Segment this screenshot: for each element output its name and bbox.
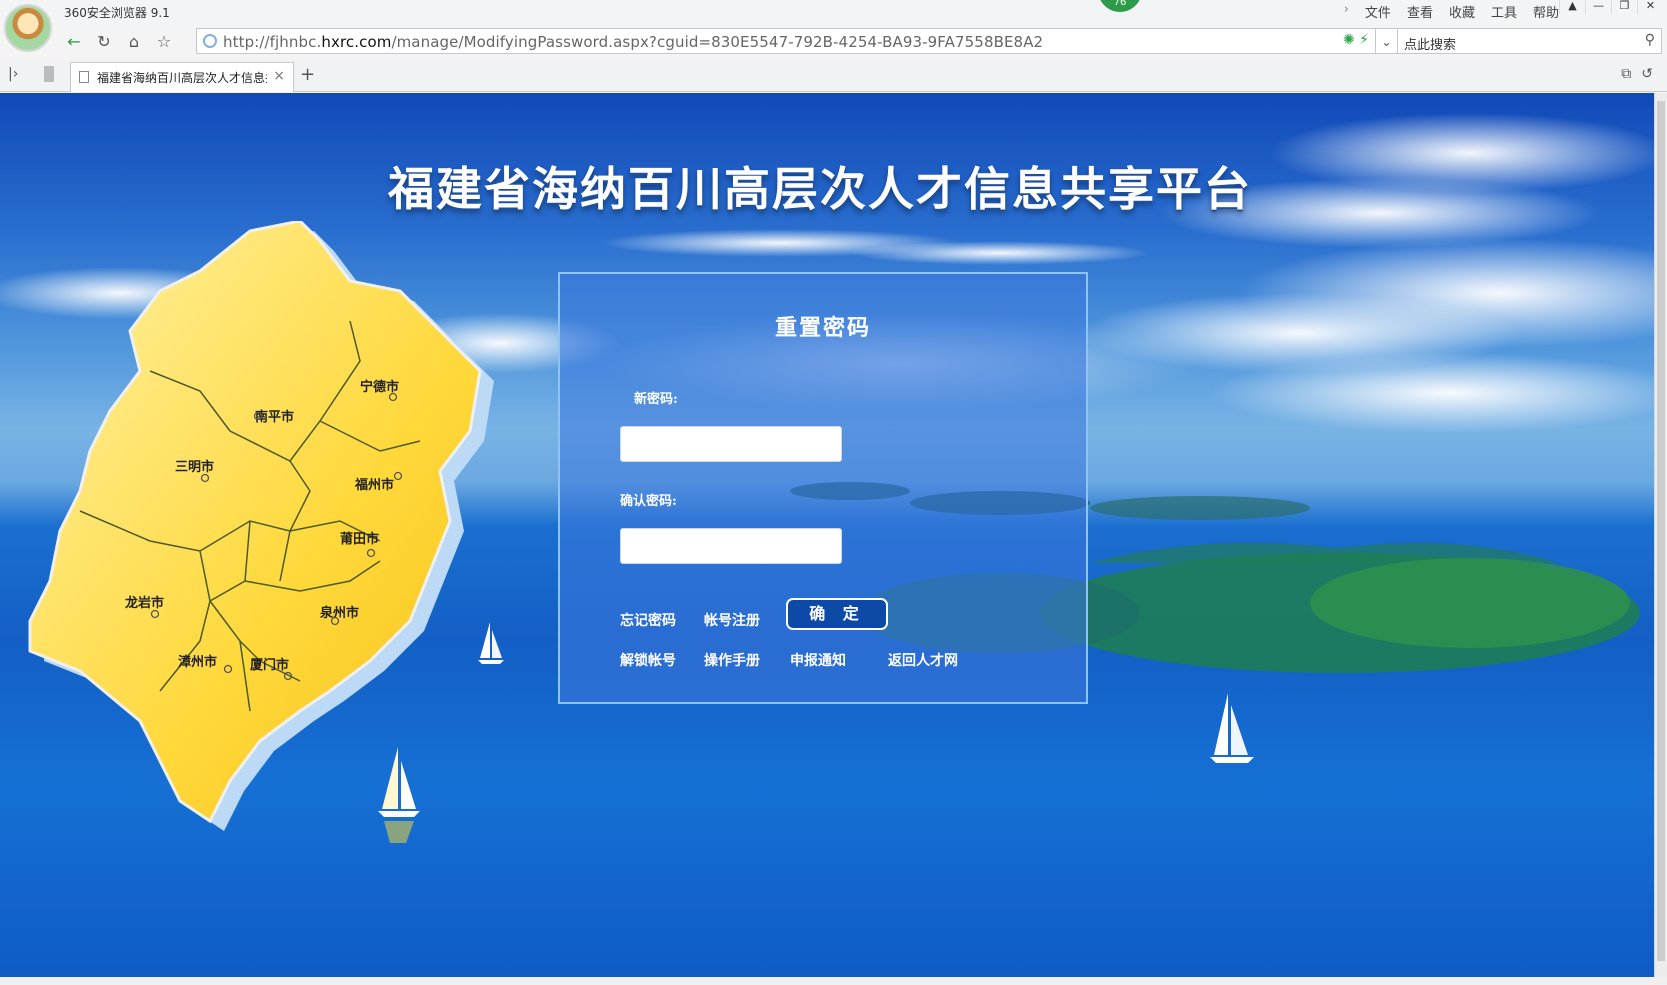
vertical-scrollbar[interactable] — [1654, 93, 1667, 977]
search-placeholder[interactable]: 点此搜索 — [1404, 34, 1456, 53]
city-label-putian: 莆田市 — [340, 531, 379, 547]
scrollbar-thumb[interactable] — [1657, 101, 1665, 961]
new-password-label: 新密码: — [634, 392, 678, 407]
unlock-account-link[interactable]: 解锁帐号 — [620, 650, 676, 670]
page-viewport: 福建省海纳百川高层次人才信息共享平台 宁德市 南平市 三明市 福州市 莆田市 龙… — [0, 93, 1654, 977]
register-account-link[interactable]: 帐号注册 — [704, 610, 760, 630]
close-window-icon[interactable]: ✕ — [1637, 0, 1663, 14]
restore-icon[interactable]: ❐ — [1611, 0, 1637, 14]
search-icon[interactable]: ⚲ — [1645, 32, 1655, 48]
address-url[interactable]: http://fjhnbc.hxrc.com/manage/ModifyingP… — [223, 33, 1043, 51]
user-manual-link[interactable]: 操作手册 — [704, 650, 760, 670]
form-title: 重置密码 — [774, 315, 871, 341]
confirm-password-label: 确认密码: — [620, 494, 677, 509]
return-talent-site-link[interactable]: 返回人才网 — [888, 650, 958, 670]
window-controls: ▲ — ❐ ✕ — [1559, 0, 1663, 14]
city-label-xiamen: 厦门市 — [250, 657, 289, 673]
browser-menu: › 文件 查看 收藏 工具 帮助 — [1344, 2, 1559, 21]
submit-button[interactable]: 确 定 — [786, 598, 888, 630]
sidebar-toggle-icon[interactable]: |› — [8, 66, 18, 82]
new-tab-button[interactable]: + — [300, 64, 315, 85]
page-icon — [79, 71, 89, 83]
city-label-ningde: 宁德市 — [360, 379, 399, 395]
tab-tools: ⧉ ↺ — [1621, 66, 1653, 82]
menu-item-tools[interactable]: 工具 — [1491, 2, 1517, 21]
address-bar[interactable]: http://fjhnbc.hxrc.com/manage/ModifyingP… — [196, 28, 1376, 54]
search-box[interactable]: 点此搜索 ⚲ — [1398, 28, 1662, 54]
skin-icon[interactable]: ▲ — [1559, 0, 1585, 14]
menu-item-help[interactable]: 帮助 — [1533, 2, 1559, 21]
tab-bar: |› 福建省海纳百川高层次人才信息共享平台 × + ⧉ ↺ — [0, 60, 1667, 92]
city-label-longyan: 龙岩市 — [125, 595, 164, 611]
city-label-zhangzhou: 漳州市 — [178, 654, 217, 670]
site-title: 福建省海纳百川高层次人才信息共享平台 — [388, 162, 1252, 216]
tab-active[interactable]: 福建省海纳百川高层次人才信息共享平台 × — [70, 62, 294, 92]
browser-app-title: 360安全浏览器 9.1 — [64, 6, 170, 20]
sailboat-left — [378, 747, 420, 843]
menu-chevron-icon[interactable]: › — [1344, 2, 1349, 21]
new-password-field[interactable] — [620, 426, 842, 462]
reload-icon[interactable]: ↻ — [92, 31, 116, 53]
address-dropdown-icon[interactable]: ⌄ — [1376, 28, 1398, 54]
star-icon[interactable]: ☆ — [152, 31, 176, 53]
home-icon[interactable]: ⌂ — [122, 31, 146, 53]
city-label-quanzhou: 泉州市 — [320, 605, 359, 621]
tab-title[interactable]: 福建省海纳百川高层次人才信息共享平台 — [97, 69, 267, 86]
speed-tools-icon[interactable]: ✺ ⚡ — [1343, 32, 1369, 48]
back-arrow-icon[interactable]: ← — [62, 31, 86, 53]
sailboat-small — [478, 622, 504, 664]
city-label-fuzhou: 福州市 — [354, 477, 394, 493]
menu-item-file[interactable]: 文件 — [1365, 2, 1391, 21]
new-password-input[interactable] — [621, 427, 841, 461]
site-info-icon[interactable] — [203, 34, 217, 48]
status-bar — [0, 977, 1667, 985]
minimize-icon[interactable]: — — [1585, 0, 1611, 14]
menu-item-view[interactable]: 查看 — [1407, 2, 1433, 21]
menu-item-favorites[interactable]: 收藏 — [1449, 2, 1475, 21]
tab-list-icon[interactable]: ⧉ — [1621, 66, 1631, 82]
fujian-map: 宁德市 南平市 三明市 福州市 莆田市 龙岩市 泉州市 漳州市 厦门市 — [28, 221, 494, 831]
navigation-bar: ← ↻ ⌂ ☆ http://fjhnbc.hxrc.com/manage/Mo… — [56, 28, 1667, 56]
close-tab-icon[interactable]: × — [273, 68, 285, 84]
undo-close-icon[interactable]: ↺ — [1641, 66, 1653, 82]
forgot-password-link[interactable]: 忘记密码 — [620, 610, 676, 630]
application-notice-link[interactable]: 申报通知 — [790, 650, 846, 670]
user-avatar[interactable] — [4, 4, 52, 52]
city-label-sanming: 三明市 — [175, 459, 214, 475]
sailboat-right — [1210, 693, 1254, 763]
confirm-password-field[interactable] — [620, 528, 842, 564]
reset-password-panel: 重置密码 新密码: 确认密码: 确 定 忘记密码 帐号注册 解锁帐号 操作手册 … — [558, 272, 1088, 704]
sidebar-panel-icon[interactable] — [44, 66, 54, 82]
confirm-password-input[interactable] — [621, 529, 841, 563]
